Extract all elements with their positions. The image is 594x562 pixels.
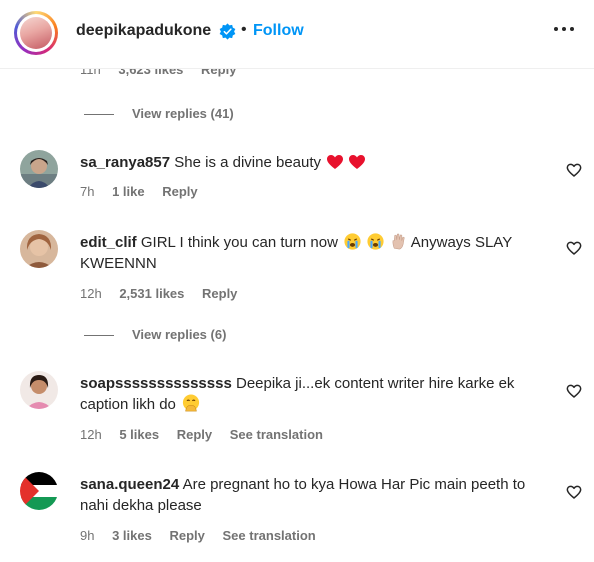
avatar-photo	[20, 150, 58, 188]
comment-meta: 9h 3 likes Reply See translation	[80, 528, 330, 543]
more-dot	[570, 27, 574, 31]
like-heart-icon[interactable]	[566, 162, 582, 178]
comment-meta: 7h 1 like Reply	[80, 184, 212, 199]
comment-username[interactable]: soapssssssssssssss	[80, 375, 232, 392]
comment-content: soapssssssssssssss Deepika ji...ek conte…	[80, 373, 550, 415]
like-heart-icon[interactable]	[566, 484, 582, 500]
comment-text: She is a divine beauty	[174, 154, 322, 171]
comment-text: GIRL I think you can turn now	[140, 234, 338, 251]
hand-over-mouth-face-icon	[182, 394, 200, 412]
like-heart-icon[interactable]	[566, 240, 582, 256]
commenter-avatar[interactable]	[20, 472, 58, 510]
comment-time: 7h	[80, 184, 95, 199]
replies-divider	[84, 114, 114, 116]
comment-likes[interactable]: 3 likes	[112, 528, 152, 543]
avatar-photo	[20, 371, 58, 409]
comment-likes[interactable]: 2,531 likes	[119, 286, 184, 301]
more-options-icon[interactable]	[554, 27, 574, 33]
palestine-flag-avatar	[20, 472, 58, 510]
header-username[interactable]: deepikapadukone	[76, 22, 211, 40]
separator-dot: •	[241, 21, 247, 38]
avatar-photo	[20, 17, 52, 49]
reply-button[interactable]: Reply	[162, 184, 197, 199]
avatar-photo	[20, 230, 58, 268]
follow-button[interactable]: Follow	[253, 22, 304, 40]
commenter-avatar[interactable]	[20, 150, 58, 188]
comment-meta: 12h 2,531 likes Reply	[80, 286, 251, 301]
crying-face-icon	[344, 233, 361, 250]
see-translation-button[interactable]: See translation	[223, 528, 316, 543]
commenter-avatar[interactable]	[20, 230, 58, 268]
reply-button[interactable]: Reply	[169, 528, 204, 543]
red-heart-icon	[349, 155, 366, 169]
comment-content: sana.queen24 Are pregnant ho to kya Howa…	[80, 474, 550, 516]
profile-avatar[interactable]	[14, 11, 58, 55]
commenter-avatar[interactable]	[20, 371, 58, 409]
comment-time: 12h	[80, 286, 102, 301]
view-replies-label: View replies (41)	[132, 106, 234, 121]
comment-time: 9h	[80, 528, 95, 543]
more-dot	[562, 27, 566, 31]
comment-content: edit_clif GIRL I think you can turn now …	[80, 232, 550, 274]
comment-meta: 12h 5 likes Reply See translation	[80, 427, 337, 442]
replies-divider	[84, 335, 114, 337]
verified-badge-icon	[219, 23, 236, 40]
more-dot	[554, 27, 558, 31]
comment-username[interactable]: edit_clif	[80, 234, 137, 251]
red-heart-icon	[327, 155, 344, 169]
view-replies-button[interactable]: View replies (6)	[84, 327, 226, 342]
comment-time: 12h	[80, 427, 102, 442]
view-replies-button[interactable]: View replies (41)	[84, 106, 234, 121]
raised-hand-icon	[393, 233, 405, 250]
reply-button[interactable]: Reply	[202, 286, 237, 301]
like-heart-icon[interactable]	[566, 383, 582, 399]
post-header: deepikapadukone • Follow	[0, 0, 594, 69]
comment-likes[interactable]: 5 likes	[119, 427, 159, 442]
reply-button[interactable]: Reply	[177, 427, 212, 442]
comment-username[interactable]: sana.queen24	[80, 476, 179, 493]
comment-username[interactable]: sa_ranya857	[80, 154, 170, 171]
view-replies-label: View replies (6)	[132, 327, 227, 342]
crying-face-icon	[367, 233, 384, 250]
comment-likes[interactable]: 1 like	[112, 184, 145, 199]
see-translation-button[interactable]: See translation	[230, 427, 323, 442]
comment-content: sa_ranya857 She is a divine beauty	[80, 152, 550, 173]
